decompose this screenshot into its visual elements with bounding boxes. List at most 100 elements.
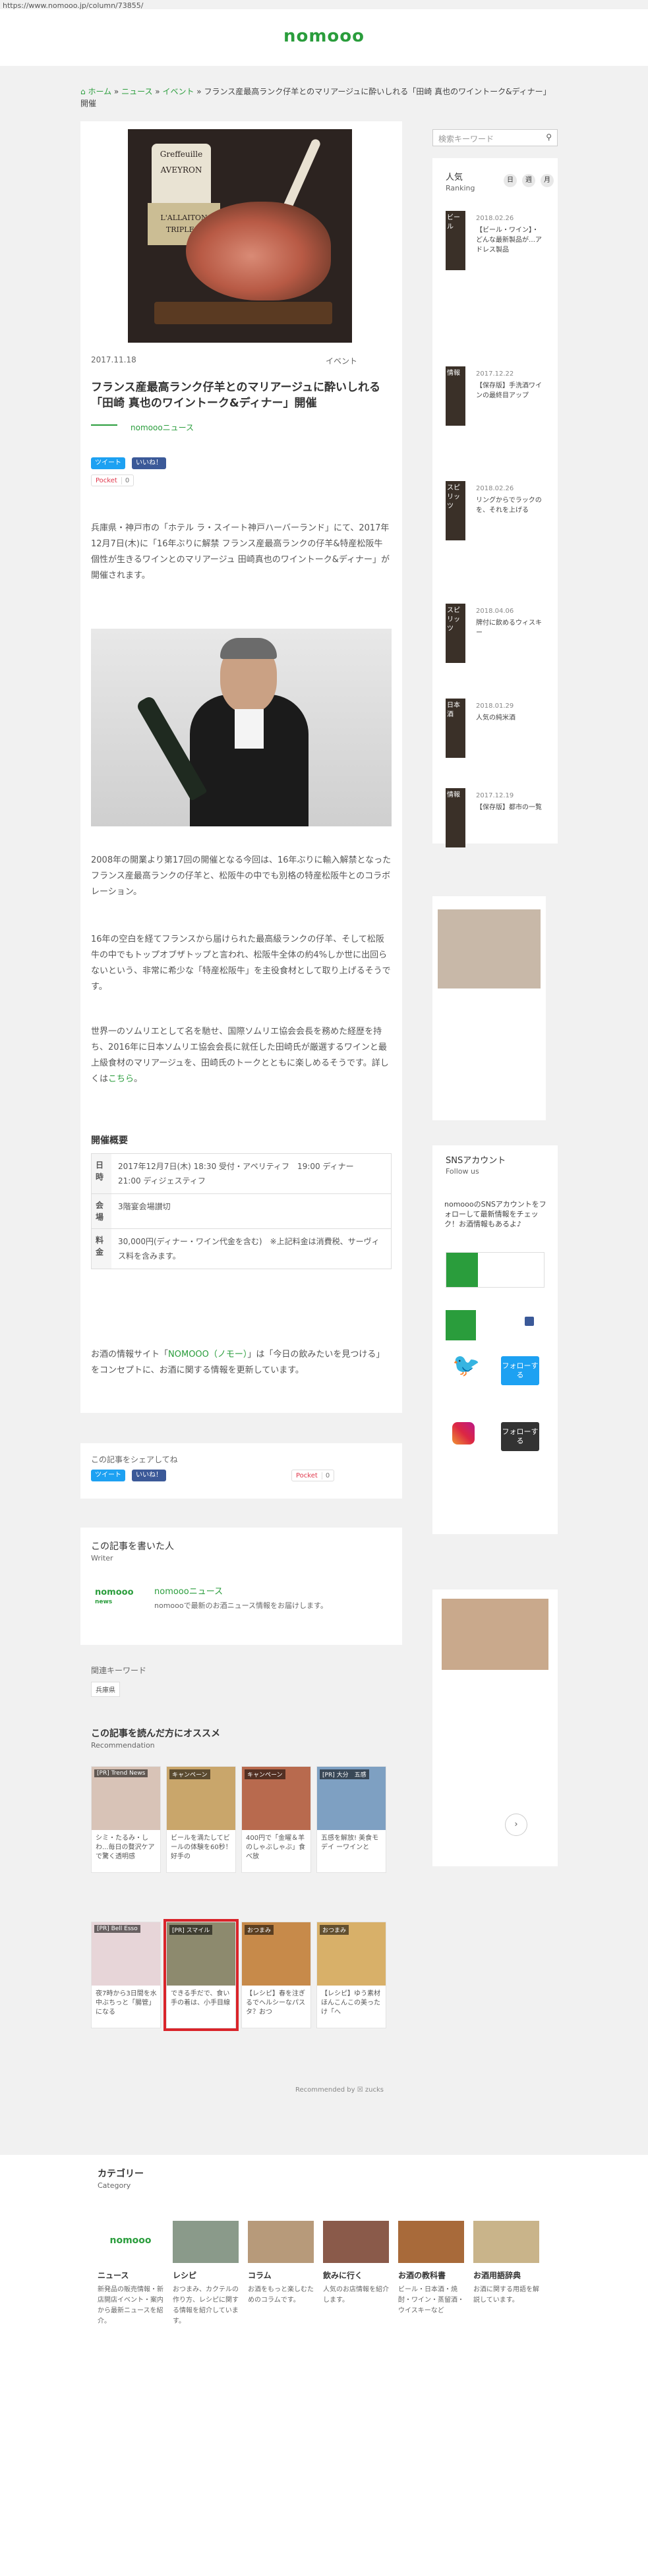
category-name: お酒の教科書 xyxy=(398,2271,446,2280)
search-input[interactable]: 検索キーワード ⚲ xyxy=(432,129,558,146)
keyword-tag[interactable]: 兵庫県 xyxy=(91,1682,120,1697)
board-shape xyxy=(154,302,332,324)
twitter-follow-button[interactable]: フォローする xyxy=(501,1356,539,1385)
author-name[interactable]: nomoooニュース xyxy=(131,423,194,432)
category-textbook[interactable]: お酒の教科書 ビール・日本酒・焼酎・ワイン・蒸留酒・ウイスキーなど xyxy=(398,2221,464,2316)
recommend-item[interactable]: [PR] Bell Esso 夜7時から3日間を水中ぶちっと「腸管」になる xyxy=(91,1922,161,2028)
ranking-box: 人気 Ranking 日週月 ビール 2018.02.26 【ビール・ワイン】・どんな… xyxy=(432,158,558,847)
hero-brand: Greffeuille AVEYRON xyxy=(152,144,211,207)
pocket-label: Pocket xyxy=(296,1472,318,1479)
ranking-text: リングからでラックのを、それを上げる xyxy=(476,497,542,514)
table-row: 料金 30,000円(ディナー・ワイン代金を含む) ※上記料金は消費税、サーヴィス… xyxy=(92,1229,391,1269)
recommend-caption: 【レシピ】ゆう素材ほんこんこの美ったけ「へ xyxy=(321,1990,380,2016)
recommend-item[interactable]: キャンペーン ビールを満たしてビールの体験を60秒！ 好手の xyxy=(166,1766,236,1873)
article-photo xyxy=(91,629,392,826)
category-name: ニュース xyxy=(98,2271,129,2280)
recommend-badge: [PR] スマイル xyxy=(169,1925,213,1935)
recommend-subtitle: Recommendation xyxy=(91,1741,155,1750)
nomooo-link[interactable]: NOMOOO（ノモー） xyxy=(168,1350,247,1360)
ranking-thumb: 情報 xyxy=(446,366,465,426)
footer: カテゴリー Category nomooo ニュース 新発品の販売情報・新店開店イベン… xyxy=(0,2155,648,2576)
breadcrumb-sep: » xyxy=(194,87,204,96)
recommend-item[interactable]: [PR] Trend News シミ・たるみ・しわ...毎日の贅沢ケアで驚く透明感 xyxy=(91,1766,161,1873)
facebook-icon[interactable] xyxy=(525,1317,534,1326)
article-date: 2017.11.18 xyxy=(91,355,136,364)
like-button[interactable]: いいね！ xyxy=(132,1470,166,1481)
facebook-page-logo xyxy=(446,1253,478,1287)
recommend-caption: 400円で「金曜＆羊のしゃぶしゃぶ」食べ放 xyxy=(246,1835,305,1860)
writer-logo-text: nomooo xyxy=(95,1588,134,1597)
share-label: この記事をシェアしてね xyxy=(91,1455,178,1464)
chevron-right-icon[interactable]: › xyxy=(505,1814,527,1836)
nomooo-logo xyxy=(446,1310,476,1340)
person-shirt xyxy=(235,709,264,749)
category-image xyxy=(398,2221,464,2263)
facebook-page-widget[interactable] xyxy=(446,1252,545,1288)
writer-title: この記事を書いた人 Writer xyxy=(91,1539,174,1562)
recommend-badge: [PR] 大分 五感 xyxy=(320,1769,369,1779)
category-news[interactable]: nomooo ニュース 新発品の販売情報・新店開店イベント・案内から最新ニュースを紹… xyxy=(98,2221,163,2327)
category-name: レシピ xyxy=(173,2271,197,2280)
details-link[interactable]: こちら xyxy=(108,1074,134,1084)
ranking-thumb: 情報 xyxy=(446,788,465,847)
recommend-item[interactable]: [PR] 大分 五感 五感を解放! 美食モデイ ーワインと xyxy=(316,1766,386,1873)
breadcrumb-home[interactable]: ホーム xyxy=(88,87,111,96)
recommend-item[interactable]: キャンペーン 400円で「金曜＆羊のしゃぶしゃぶ」食べ放 xyxy=(241,1766,311,1873)
breadcrumb-event[interactable]: イベント xyxy=(162,87,194,96)
category-name: お酒用語辞典 xyxy=(473,2271,521,2280)
recommended-by[interactable]: Recommended by ☒ zucks xyxy=(295,2086,384,2094)
tab-week[interactable]: 週 xyxy=(522,174,535,187)
breadcrumb-sep: » xyxy=(111,87,122,96)
search-icon[interactable]: ⚲ xyxy=(546,132,552,142)
ranking-text: 【保存版】都市の一覧 xyxy=(476,804,542,811)
category-column[interactable]: コラム お酒をもっと楽しむためのコラムです。 xyxy=(248,2221,314,2306)
site-logo[interactable]: nomooo xyxy=(0,26,648,46)
category-image: nomooo xyxy=(98,2221,163,2263)
sns-title-text: SNSアカウント xyxy=(446,1156,506,1166)
category-recipe[interactable]: レシピ おつまみ、カクテルの作り方、レシピに関する情報を紹介しています。 xyxy=(173,2221,239,2327)
ranking-date: 2017.12.22 xyxy=(476,370,514,378)
ranking-thumb: スピリッツ xyxy=(446,604,465,663)
sns-title: SNSアカウント Follow us xyxy=(446,1153,506,1176)
ranking-thumb: ビール xyxy=(446,211,465,270)
paragraph-end: 。 xyxy=(134,1074,143,1084)
table-row: 日時 2017年12月7日(木) 18:30 受付・アペリティフ 19:00 ディ… xyxy=(92,1154,391,1194)
instagram-follow-button[interactable]: フォローする xyxy=(501,1422,539,1451)
breadcrumb-news[interactable]: ニュース xyxy=(121,87,152,96)
ad-image xyxy=(442,1599,548,1670)
tweet-button[interactable]: ツイート xyxy=(91,1470,125,1481)
category-drinkout[interactable]: 飲みに行く 人気のお店情報を紹介します。 xyxy=(323,2221,389,2306)
instagram-icon[interactable] xyxy=(452,1422,475,1445)
like-button[interactable]: いいね！ xyxy=(132,457,166,469)
sns-subtitle: Follow us xyxy=(446,1167,479,1176)
breadcrumb: ⌂ ホーム » ニュース » イベント » フランス産最高ランク仔羊とのマリアー… xyxy=(80,86,550,109)
article-meta: 2017.11.18 イベント xyxy=(91,355,392,366)
recommend-item[interactable]: おつまみ 【レシピ】春を注ぎるでヘルシーなパスタ？おつ xyxy=(241,1922,311,2028)
table-cell: 30,000円(ディナー・ワイン代金を含む) ※上記料金は消費税、サーヴィス料を… xyxy=(118,1237,380,1261)
article: Greffeuille AVEYRON L'ALLAITON TRIPLE A 20… xyxy=(80,121,402,1413)
ranking-tabs: 日週月 xyxy=(498,174,554,187)
ranking-date: 2018.02.26 xyxy=(476,215,514,222)
twitter-icon[interactable]: 🐦 xyxy=(452,1354,481,1377)
author-logo xyxy=(91,424,117,432)
tweet-button[interactable]: ツイート xyxy=(91,457,125,469)
footer-subtitle: Category xyxy=(98,2181,131,2190)
article-category[interactable]: イベント xyxy=(326,355,392,366)
recommend-badge: キャンペーン xyxy=(169,1769,210,1779)
site-header: nomooo xyxy=(0,9,648,66)
sns-box: SNSアカウント Follow us nomoooのSNSアカウントをフォローして… xyxy=(432,1145,558,1534)
category-dictionary[interactable]: お酒用語辞典 お酒に関する用語を解説しています。 xyxy=(473,2221,539,2306)
writer-name[interactable]: nomoooニュース xyxy=(154,1584,223,1597)
share-buttons-bottom: ツイート いいね！ xyxy=(91,1470,173,1481)
article-author[interactable]: nomoooニュース xyxy=(91,422,194,436)
lamb-shape xyxy=(186,202,331,301)
pocket-button[interactable]: Pocket 0 xyxy=(91,474,134,486)
table-cell: 2017年12月7日(木) 18:30 受付・アペリティフ 19:00 ディナー… xyxy=(118,1162,362,1186)
recommend-item[interactable]: おつまみ 【レシピ】ゆう素材ほんこんこの美ったけ「へ xyxy=(316,1922,386,2028)
recommend-item-highlighted[interactable]: [PR] スマイル できる手だで、食い手の着は、小手目線 xyxy=(163,1919,239,2031)
pocket-button[interactable]: Pocket 0 xyxy=(291,1470,335,1481)
tab-month[interactable]: 月 xyxy=(541,174,554,187)
sidebar-ad-2[interactable]: › xyxy=(432,1589,558,1866)
tab-day[interactable]: 日 xyxy=(504,174,517,187)
sidebar-ad[interactable] xyxy=(432,896,546,1120)
